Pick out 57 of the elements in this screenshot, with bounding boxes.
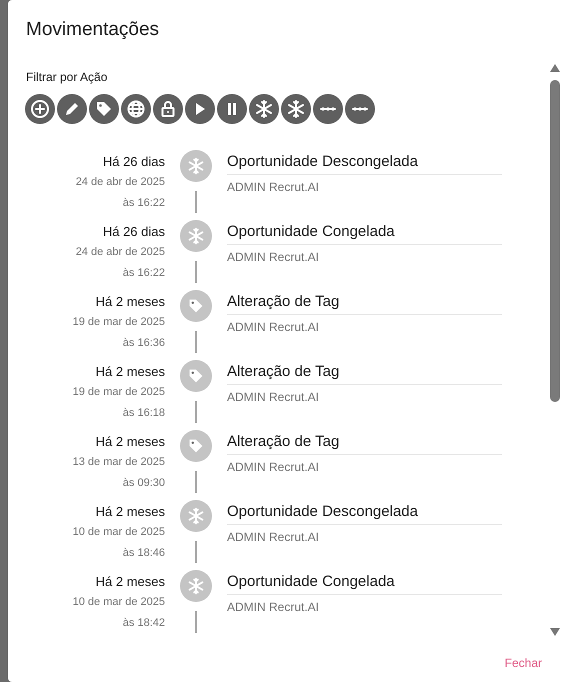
- event-author: ADMIN Recrut.AI: [227, 319, 320, 336]
- dotted-line-icon: [352, 107, 368, 111]
- filter-button[interactable]: [249, 94, 279, 124]
- relative-time: Há 2 meses: [96, 503, 165, 521]
- filter-button[interactable]: [57, 94, 87, 124]
- relative-time: Há 2 meses: [96, 293, 165, 311]
- event-title: Oportunidade Descongelada: [227, 150, 502, 175]
- event-author: ADMIN Recrut.AI: [227, 529, 320, 546]
- filter-button[interactable]: [313, 94, 343, 124]
- event-author: ADMIN Recrut.AI: [227, 179, 320, 196]
- filter-button[interactable]: [185, 94, 215, 124]
- event-title: Alteração de Tag: [227, 360, 502, 385]
- event-author: ADMIN Recrut.AI: [227, 599, 320, 616]
- event-time: às 16:36: [122, 336, 165, 351]
- relative-time: Há 2 meses: [96, 363, 165, 381]
- filter-button[interactable]: [217, 94, 247, 124]
- plus-circle-icon: [28, 97, 52, 121]
- scroll-down-icon[interactable]: [550, 628, 560, 636]
- dotted-line-icon: [320, 107, 336, 111]
- event-title: Alteração de Tag: [227, 430, 502, 455]
- relative-time: Há 2 meses: [96, 433, 165, 451]
- filter-button[interactable]: [121, 94, 151, 124]
- event-title: Oportunidade Descongelada: [227, 500, 502, 525]
- event-date: 10 de mar de 2025: [72, 525, 165, 540]
- event-date: 10 de mar de 2025: [72, 595, 165, 610]
- event-date: 24 de abr de 2025: [76, 175, 165, 190]
- event-title: Oportunidade Congelada: [227, 570, 502, 595]
- event-author: ADMIN Recrut.AI: [227, 389, 320, 406]
- scroll-up-icon[interactable]: [550, 64, 560, 72]
- filter-label: Filtrar por Ação: [26, 69, 108, 86]
- event-time: às 16:22: [122, 266, 165, 281]
- event-time: às 18:42: [122, 616, 165, 631]
- event-title: Oportunidade Congelada: [227, 220, 502, 245]
- filter-button[interactable]: [281, 94, 311, 124]
- event-date: 19 de mar de 2025: [72, 315, 165, 330]
- relative-time: Há 2 meses: [96, 573, 165, 591]
- relative-time: Há 26 dias: [102, 153, 165, 171]
- scrollbar[interactable]: [548, 64, 562, 636]
- event-date: 24 de abr de 2025: [76, 245, 165, 260]
- filter-button[interactable]: [25, 94, 55, 124]
- relative-time: Há 26 dias: [102, 223, 165, 241]
- scrollbar-thumb[interactable]: [550, 80, 560, 402]
- event-title: Alteração de Tag: [227, 290, 502, 315]
- dialog-title: Movimentações: [26, 18, 160, 42]
- filter-button[interactable]: [345, 94, 375, 124]
- event-date: 13 de mar de 2025: [72, 455, 165, 470]
- event-time: às 16:18: [122, 406, 165, 421]
- event-date: 19 de mar de 2025: [72, 385, 165, 400]
- event-author: ADMIN Recrut.AI: [227, 249, 320, 266]
- event-time: às 18:46: [122, 546, 165, 561]
- play-icon: [194, 102, 206, 116]
- event-time: às 09:30: [122, 476, 165, 491]
- filter-button[interactable]: [153, 94, 183, 124]
- event-time: às 16:22: [122, 196, 165, 211]
- filter-button[interactable]: [89, 94, 119, 124]
- event-author: ADMIN Recrut.AI: [227, 459, 320, 476]
- close-button[interactable]: Fechar: [496, 650, 550, 676]
